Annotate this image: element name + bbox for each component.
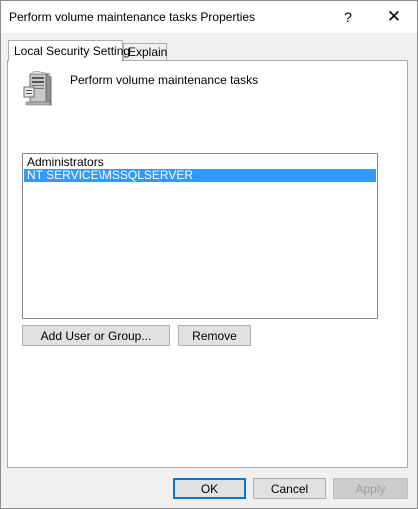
help-button[interactable]: ? xyxy=(325,1,371,33)
tab-panel: Perform volume maintenance tasks Adminis… xyxy=(7,60,408,468)
remove-button[interactable]: Remove xyxy=(178,325,251,346)
window-title: Perform volume maintenance tasks Propert… xyxy=(9,10,256,24)
tab-local-security-setting[interactable]: Local Security Setting xyxy=(8,40,130,62)
server-icon xyxy=(23,71,52,106)
ok-button[interactable]: OK xyxy=(173,478,246,499)
members-listbox[interactable]: Administrators NT SERVICE\MSSQLSERVER xyxy=(22,153,378,319)
cancel-button[interactable]: Cancel xyxy=(253,478,326,499)
list-item-mssqlserver[interactable]: NT SERVICE\MSSQLSERVER xyxy=(24,169,376,182)
title-bar: Perform volume maintenance tasks Propert… xyxy=(1,1,417,33)
add-user-or-group-button[interactable]: Add User or Group... xyxy=(22,325,170,346)
close-icon: ✕ xyxy=(386,7,402,26)
policy-title: Perform volume maintenance tasks xyxy=(70,73,259,87)
help-icon: ? xyxy=(344,9,352,25)
close-button[interactable]: ✕ xyxy=(371,1,417,33)
apply-button: Apply xyxy=(333,478,408,499)
